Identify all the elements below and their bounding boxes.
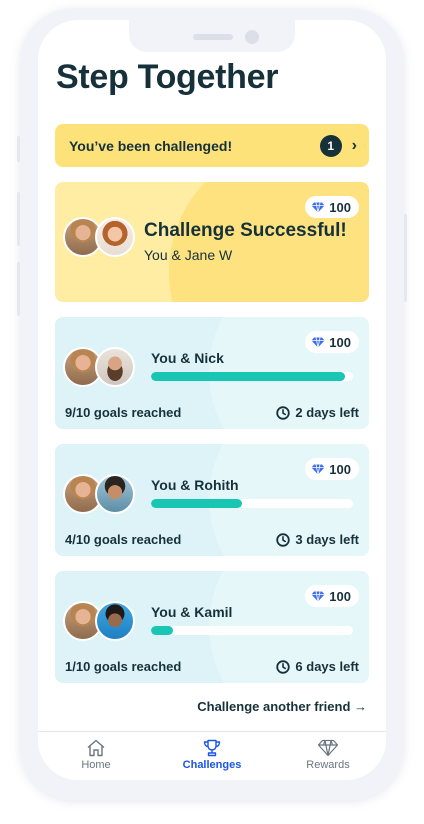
gem-badge: 100 — [305, 196, 359, 218]
tab-home[interactable]: Home — [38, 732, 154, 780]
side-button — [404, 214, 407, 302]
trophy-icon — [203, 739, 221, 757]
side-button — [17, 262, 20, 316]
gem-icon — [311, 590, 325, 602]
challenge-card[interactable]: 100 You & Nick 9/10 goals reached 2 days… — [55, 317, 369, 429]
success-subtitle: You & Jane W — [144, 247, 233, 263]
screen: Step Together You’ve been challenged! 1 … — [38, 20, 386, 780]
gem-count: 100 — [329, 199, 351, 215]
days-left-text: 3 days left — [295, 532, 359, 547]
tab-bar: Home Challenges Rewards — [38, 731, 386, 780]
progress-bar — [151, 499, 353, 508]
days-left-text: 6 days left — [295, 659, 359, 674]
friend-name: You & Nick — [151, 350, 224, 366]
gem-icon — [311, 336, 325, 348]
days-left: 3 days left — [276, 532, 359, 547]
days-left: 2 days left — [276, 405, 359, 420]
progress-fill — [151, 372, 345, 381]
days-left: 6 days left — [276, 659, 359, 674]
avatar-group — [63, 347, 135, 387]
clock-icon — [276, 532, 291, 547]
challenge-card[interactable]: 100 You & Kamil 1/10 goals reached 6 day… — [55, 571, 369, 683]
avatar — [95, 347, 135, 387]
tab-challenges[interactable]: Challenges — [154, 732, 270, 780]
banner-count-badge: 1 — [319, 134, 342, 157]
goals-text: 9/10 goals reached — [65, 405, 182, 420]
friend-name: You & Kamil — [151, 604, 233, 620]
goals-text: 4/10 goals reached — [65, 532, 182, 547]
challenge-friend-link[interactable]: Challenge another friend → — [197, 699, 367, 714]
avatar — [95, 217, 135, 257]
clock-icon — [276, 659, 291, 674]
camera — [245, 30, 259, 44]
challenge-banner[interactable]: You’ve been challenged! 1 › — [55, 124, 369, 167]
progress-bar — [151, 626, 353, 635]
home-icon — [87, 739, 105, 757]
diamond-icon — [317, 739, 339, 757]
tab-label: Challenges — [182, 759, 242, 771]
tab-label: Rewards — [306, 759, 350, 771]
speaker — [193, 34, 233, 40]
avatar — [95, 474, 135, 514]
gem-badge: 100 — [305, 458, 359, 480]
banner-text: You’ve been challenged! — [69, 137, 233, 154]
challenge-card[interactable]: 100 You & Rohith 4/10 goals reached 3 da… — [55, 444, 369, 556]
progress-bar — [151, 372, 353, 381]
side-button — [17, 192, 20, 246]
avatar-group — [63, 217, 135, 257]
avatar-group — [63, 474, 135, 514]
gem-count: 100 — [329, 334, 351, 350]
gem-badge: 100 — [305, 331, 359, 353]
avatar — [95, 601, 135, 641]
gem-count: 100 — [329, 461, 351, 477]
tab-rewards[interactable]: Rewards — [270, 732, 386, 780]
gem-count: 100 — [329, 588, 351, 604]
gem-badge: 100 — [305, 585, 359, 607]
side-button — [17, 136, 20, 162]
progress-fill — [151, 499, 242, 508]
gem-icon — [311, 201, 325, 213]
chevron-right-icon: › — [351, 136, 357, 154]
page-title: Step Together — [56, 58, 279, 96]
avatar-group — [63, 601, 135, 641]
gem-icon — [311, 463, 325, 475]
friend-name: You & Rohith — [151, 477, 239, 493]
success-title: Challenge Successful! — [144, 220, 347, 241]
success-card[interactable]: 100 Challenge Successful! You & Jane W — [55, 182, 369, 302]
days-left-text: 2 days left — [295, 405, 359, 420]
progress-fill — [151, 626, 174, 635]
clock-icon — [276, 405, 291, 420]
notch — [129, 20, 295, 52]
goals-text: 1/10 goals reached — [65, 659, 182, 674]
tab-label: Home — [81, 759, 111, 771]
